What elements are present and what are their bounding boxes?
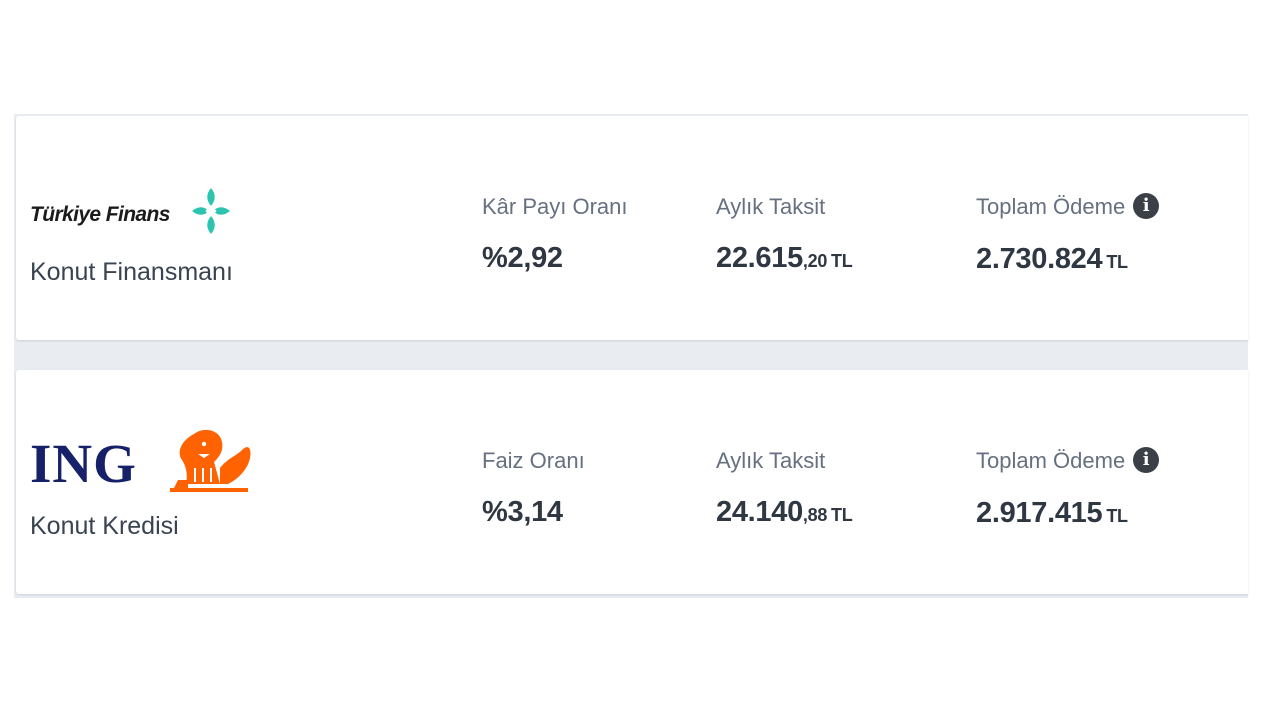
- bank-logo-text: ING: [30, 433, 137, 494]
- total-value: 2.917.415 TL: [976, 497, 1159, 530]
- offer-card-turkiye-finans[interactable]: Türkiye Finans Konut Finansmanı Kâr Payı…: [16, 116, 1248, 340]
- rate-label: Faiz Oranı: [482, 448, 585, 473]
- bank-brand: Türkiye Finans Konut Finansmanı: [30, 186, 330, 296]
- product-name: Konut Kredisi: [30, 512, 179, 540]
- monthly-main: 24.140: [716, 496, 803, 528]
- monthly-currency: TL: [831, 505, 853, 525]
- rate-value: %2,92: [482, 242, 563, 274]
- monthly-value: 22.615,20 TL: [716, 242, 853, 275]
- monthly-currency: TL: [831, 251, 853, 271]
- monthly-label: Aylık Taksit: [716, 448, 826, 473]
- bank-logo-text: Türkiye Finans: [30, 203, 170, 226]
- total-label-row: Toplam Ödeme i: [976, 193, 1160, 221]
- total-label: Toplam Ödeme: [976, 194, 1126, 219]
- rate-label: Kâr Payı Oranı: [482, 194, 628, 219]
- total-value: 2.730.824 TL: [976, 243, 1159, 276]
- total-amount: 2.730.824: [976, 243, 1103, 276]
- ing-lion-icon: [170, 429, 251, 492]
- turkiye-finans-mark-icon: [192, 188, 230, 234]
- monthly-main: 22.615: [716, 242, 803, 274]
- info-icon[interactable]: i: [1133, 447, 1160, 474]
- turkiye-finans-logo: Türkiye Finans: [30, 186, 260, 236]
- total-amount: 2.917.415: [976, 497, 1103, 530]
- rate-column: Faiz Oranı %3,14: [482, 448, 585, 529]
- monthly-column: Aylık Taksit 22.615,20 TL: [716, 194, 853, 275]
- monthly-decimal: ,88: [802, 505, 828, 525]
- monthly-column: Aylık Taksit 24.140,88 TL: [716, 448, 853, 529]
- monthly-decimal: ,20: [802, 251, 828, 271]
- offer-card-ing[interactable]: ING Konut Kredisi Faiz Oranı %3,14 Aylık…: [16, 370, 1248, 594]
- bank-brand: ING Konut Kredisi: [30, 429, 330, 550]
- total-currency: TL: [1106, 252, 1128, 273]
- total-label-row: Toplam Ödeme i: [976, 447, 1160, 475]
- info-icon[interactable]: i: [1133, 193, 1160, 220]
- total-label: Toplam Ödeme: [976, 448, 1126, 473]
- total-column: Toplam Ödeme i 2.730.824 TL: [976, 193, 1160, 276]
- monthly-value: 24.140,88 TL: [716, 496, 853, 529]
- product-name: Konut Finansmanı: [30, 258, 233, 286]
- total-currency: TL: [1106, 506, 1128, 527]
- ing-logo: ING: [30, 428, 270, 498]
- total-column: Toplam Ödeme i 2.917.415 TL: [976, 447, 1160, 530]
- rate-column: Kâr Payı Oranı %2,92: [482, 194, 628, 275]
- monthly-label: Aylık Taksit: [716, 194, 826, 219]
- rate-value: %3,14: [482, 496, 563, 528]
